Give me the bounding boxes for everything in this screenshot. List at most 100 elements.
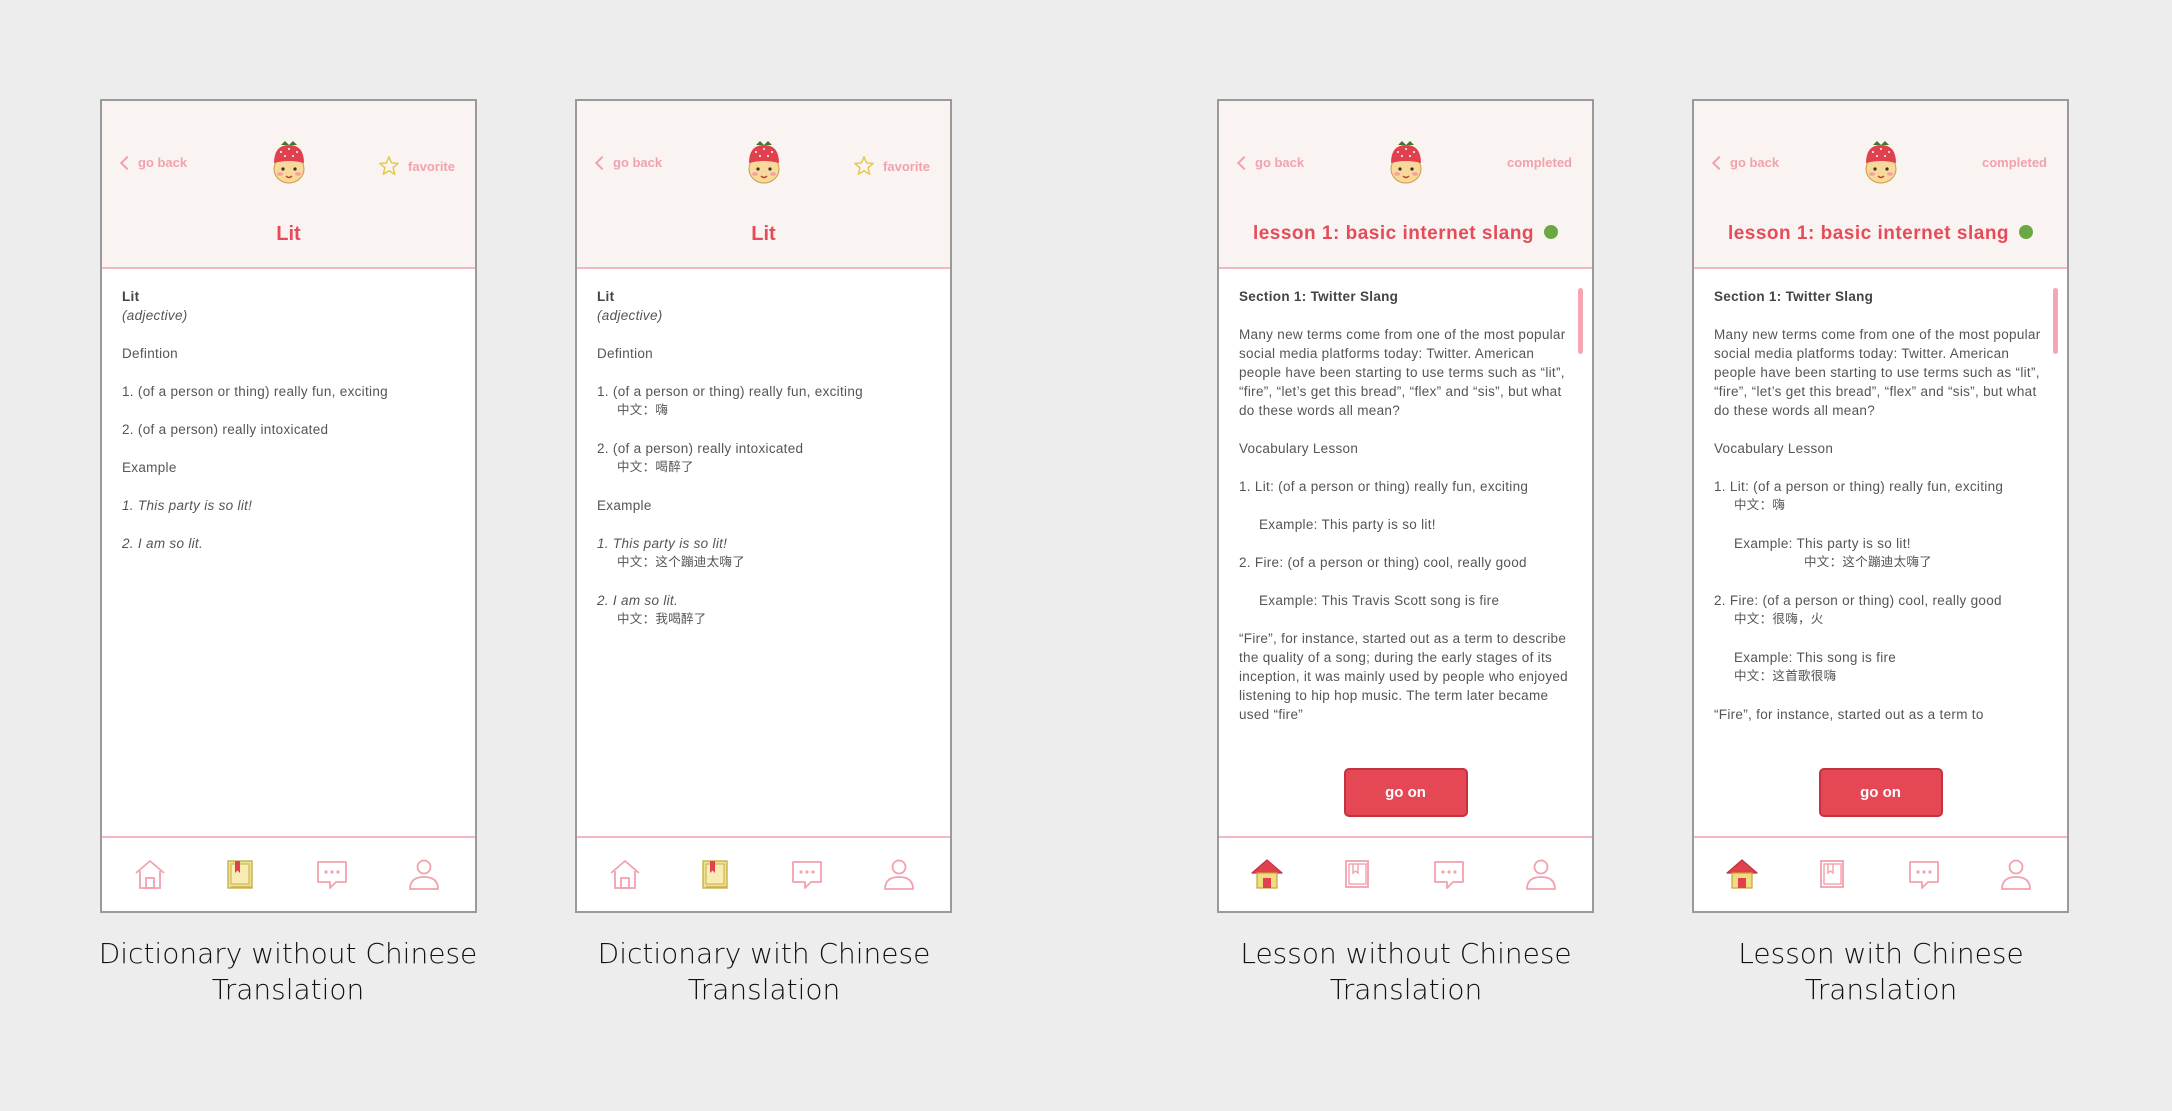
intro-paragraph: Many new terms come from one of the most… bbox=[1239, 327, 1566, 418]
lesson-content: Section 1: Twitter Slang Many new terms … bbox=[1239, 287, 1568, 743]
vocab-item-1-example: Example: This party is so lit! bbox=[1734, 536, 1911, 551]
dictionary-book-icon[interactable] bbox=[1339, 856, 1375, 892]
example-1: 1. This party is so lit! bbox=[122, 498, 253, 513]
caption-dictionary-chinese: Dictionary with Chinese Translation bbox=[597, 937, 931, 1006]
home-icon[interactable] bbox=[1724, 856, 1760, 892]
vocab-item-2-example-chinese: 中文：这首歌很嗨 bbox=[1734, 669, 1837, 683]
profile-icon[interactable] bbox=[881, 856, 917, 892]
phone-lesson-no-chinese: go back completed lesson 1: basic intern… bbox=[1217, 99, 1594, 913]
star-icon bbox=[853, 155, 875, 177]
favorite-button[interactable]: favorite bbox=[853, 155, 930, 177]
section-title: Section 1: Twitter Slang bbox=[1714, 289, 1874, 304]
dictionary-book-icon[interactable] bbox=[222, 856, 258, 892]
page-title: Lit bbox=[276, 223, 301, 245]
back-chevron-icon bbox=[119, 155, 135, 171]
strawberry-mascot-icon bbox=[269, 139, 309, 185]
vocab-item-2: 2. Fire: (of a person or thing) cool, re… bbox=[1714, 593, 2002, 608]
example-1: 1. This party is so lit! bbox=[597, 536, 728, 551]
word: Lit bbox=[597, 289, 615, 304]
bottom-nav bbox=[1694, 836, 2067, 911]
phone-lesson-chinese: go back completed lesson 1: basic intern… bbox=[1692, 99, 2069, 913]
go-back-button[interactable]: go back bbox=[594, 155, 662, 171]
vocab-item-2-example: Example: This song is fire bbox=[1734, 650, 1897, 665]
example-label: Example bbox=[597, 498, 652, 513]
scrollbar[interactable] bbox=[1578, 288, 1583, 354]
header: go back completed lesson 1: basic intern… bbox=[1694, 101, 2067, 269]
chat-bubble-icon[interactable] bbox=[1906, 856, 1942, 892]
page-title: lesson 1: basic internet slang bbox=[1219, 223, 1592, 245]
home-icon[interactable] bbox=[1249, 856, 1285, 892]
part-of-speech: (adjective) bbox=[597, 308, 663, 323]
check-icon bbox=[1544, 224, 1559, 239]
check-icon bbox=[2019, 224, 2034, 239]
caption-lesson-chinese: Lesson with Chinese Translation bbox=[1738, 937, 2024, 1006]
phone-dictionary-chinese: go back favorite Lit Lit (adjective) Def… bbox=[575, 99, 952, 913]
vocab-item-1-chinese: 中文：嗨 bbox=[1734, 498, 1786, 512]
bottom-nav bbox=[102, 836, 475, 911]
vocab-label: Vocabulary Lesson bbox=[1239, 441, 1359, 456]
vocab-item-2-chinese: 中文：很嗨，火 bbox=[1734, 612, 1824, 626]
lesson-content: Section 1: Twitter Slang Many new terms … bbox=[1714, 287, 2043, 743]
completed-button[interactable]: completed bbox=[1982, 155, 2047, 170]
dictionary-book-icon[interactable] bbox=[1814, 856, 1850, 892]
definition-label: Defintion bbox=[597, 346, 653, 361]
dictionary-entry: Lit (adjective) Defintion 1. (of a perso… bbox=[122, 287, 451, 572]
back-chevron-icon bbox=[1711, 155, 1727, 171]
home-icon[interactable] bbox=[607, 856, 643, 892]
chat-bubble-icon[interactable] bbox=[1431, 856, 1467, 892]
chat-bubble-icon[interactable] bbox=[314, 856, 350, 892]
definition-2: 2. (of a person) really intoxicated bbox=[122, 422, 329, 437]
example-label: Example bbox=[122, 460, 177, 475]
star-icon bbox=[378, 155, 400, 177]
definition-1: 1. (of a person or thing) really fun, ex… bbox=[122, 384, 388, 399]
strawberry-mascot-icon bbox=[1386, 139, 1426, 185]
go-on-button[interactable]: go on bbox=[1818, 768, 1943, 817]
bottom-nav bbox=[577, 836, 950, 911]
go-back-button[interactable]: go back bbox=[1236, 155, 1304, 171]
example-2: 2. I am so lit. bbox=[597, 593, 679, 608]
caption-dictionary-no-chinese: Dictionary without Chinese Translation bbox=[98, 937, 478, 1006]
vocab-item-2-example: Example: This Travis Scott song is fire bbox=[1259, 593, 1500, 608]
header: go back completed lesson 1: basic intern… bbox=[1219, 101, 1592, 269]
definition-1: 1. (of a person or thing) really fun, ex… bbox=[597, 384, 863, 399]
phone-dictionary-no-chinese: go back favorite Lit Lit (adjective) Def… bbox=[100, 99, 477, 913]
completed-button[interactable]: completed bbox=[1507, 155, 1572, 170]
bottom-nav bbox=[1219, 836, 1592, 911]
definition-2: 2. (of a person) really intoxicated bbox=[597, 441, 804, 456]
example-2-chinese: 中文：我喝醉了 bbox=[617, 612, 707, 626]
profile-icon[interactable] bbox=[406, 856, 442, 892]
definition-1-chinese: 中文：嗨 bbox=[617, 403, 669, 417]
go-back-button[interactable]: go back bbox=[1711, 155, 1779, 171]
favorite-button[interactable]: favorite bbox=[378, 155, 455, 177]
strawberry-mascot-icon bbox=[1861, 139, 1901, 185]
vocab-item-2: 2. Fire: (of a person or thing) cool, re… bbox=[1239, 555, 1527, 570]
go-on-button[interactable]: go on bbox=[1343, 768, 1468, 817]
vocab-label: Vocabulary Lesson bbox=[1714, 441, 1834, 456]
word: Lit bbox=[122, 289, 140, 304]
caption-lesson-no-chinese: Lesson without Chinese Translation bbox=[1240, 937, 1572, 1006]
definition-label: Defintion bbox=[122, 346, 178, 361]
back-chevron-icon bbox=[594, 155, 610, 171]
body-paragraph: “Fire”, for instance, started out as a t… bbox=[1239, 631, 1568, 722]
definition-2-chinese: 中文：喝醉了 bbox=[617, 460, 694, 474]
header: go back favorite Lit bbox=[577, 101, 950, 269]
profile-icon[interactable] bbox=[1523, 856, 1559, 892]
vocab-item-1: 1. Lit: (of a person or thing) really fu… bbox=[1714, 479, 2004, 494]
chat-bubble-icon[interactable] bbox=[789, 856, 825, 892]
strawberry-mascot-icon bbox=[744, 139, 784, 185]
home-icon[interactable] bbox=[132, 856, 168, 892]
scrollbar[interactable] bbox=[2053, 288, 2058, 354]
vocab-item-1-example: Example: This party is so lit! bbox=[1259, 517, 1436, 532]
example-1-chinese: 中文：这个蹦迪太嗨了 bbox=[617, 555, 746, 569]
intro-paragraph: Many new terms come from one of the most… bbox=[1714, 327, 2041, 418]
dictionary-entry: Lit (adjective) Defintion 1. (of a perso… bbox=[597, 287, 926, 648]
dictionary-book-icon[interactable] bbox=[697, 856, 733, 892]
back-chevron-icon bbox=[1236, 155, 1252, 171]
page-title: lesson 1: basic internet slang bbox=[1694, 223, 2067, 245]
go-back-button[interactable]: go back bbox=[119, 155, 187, 171]
header: go back favorite Lit bbox=[102, 101, 475, 269]
profile-icon[interactable] bbox=[1998, 856, 2034, 892]
part-of-speech: (adjective) bbox=[122, 308, 188, 323]
page-title: Lit bbox=[751, 223, 776, 245]
example-2: 2. I am so lit. bbox=[122, 536, 204, 551]
